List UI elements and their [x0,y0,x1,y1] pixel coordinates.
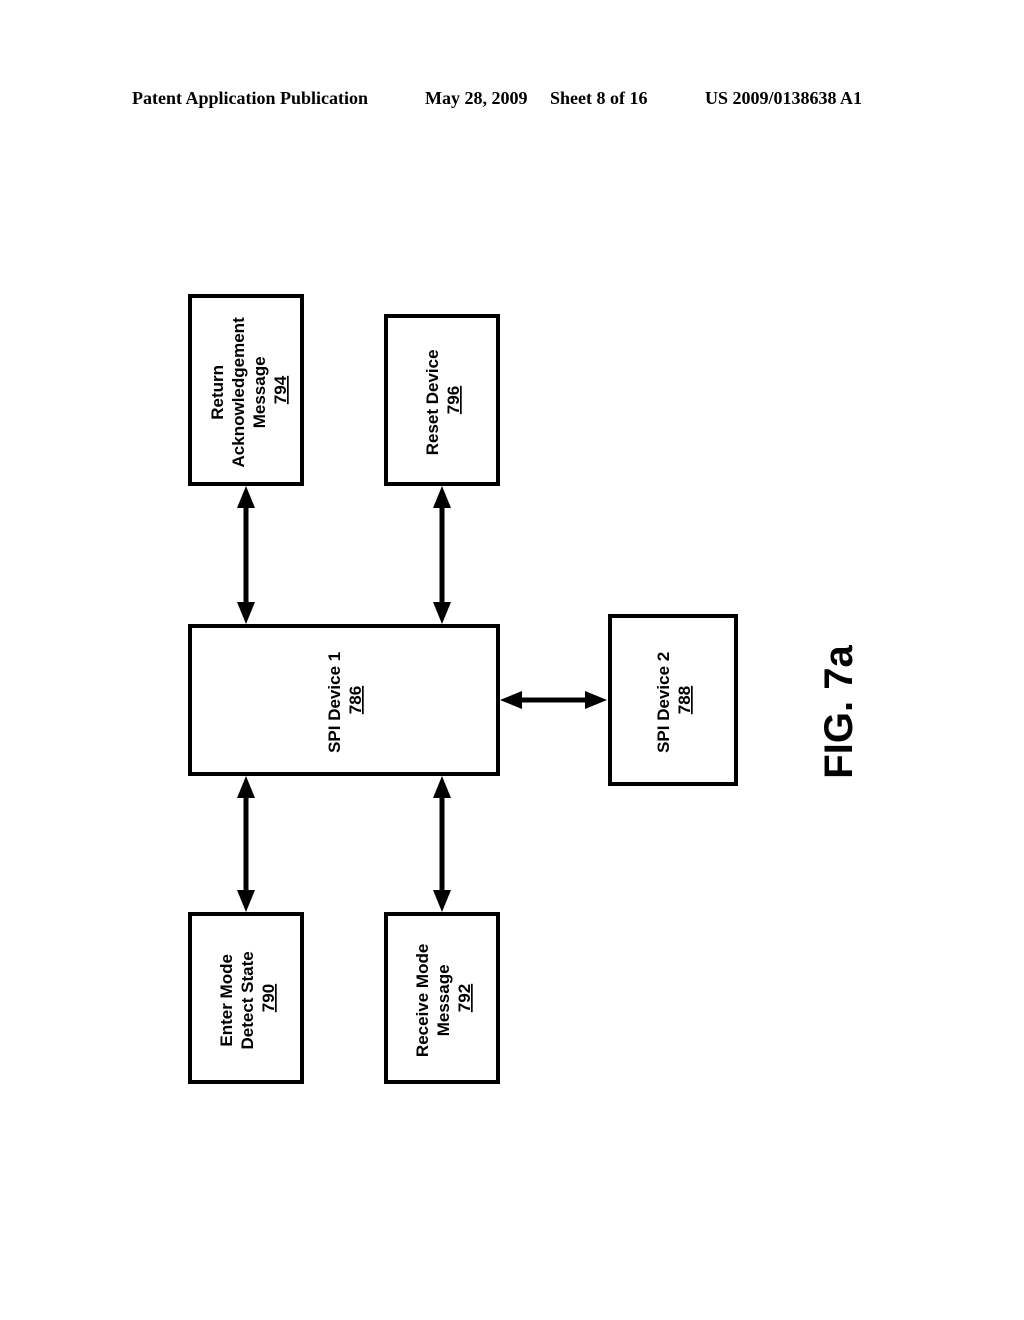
block-label-line: Return [208,365,227,420]
block-label-line: SPI Device 1 [325,652,344,753]
reference-numeral: 794 [271,375,290,404]
reference-numeral: 796 [444,386,463,414]
reference-numeral: 786 [346,686,365,714]
block-label-line: Receive Mode [413,944,432,1057]
arrow-spi1-enter-mode [237,776,255,912]
block-label-line: Acknowledgement [229,317,248,468]
arrow-spi1-receive-mode [433,776,451,912]
reference-numeral: 788 [675,686,694,714]
reference-numeral: 790 [259,984,278,1012]
block-label-line: SPI Device 2 [654,652,673,753]
reference-numeral: 792 [455,984,474,1012]
block-receive-mode-message: Receive Mode Message 792 [384,912,500,1084]
arrow-spi1-spi2 [500,691,607,709]
block-label-line: Message [250,356,269,428]
figure-label: FIG. 7a [817,645,861,779]
block-reset-device: Reset Device 796 [384,314,500,486]
block-spi-device-2: SPI Device 2 788 [608,614,738,786]
block-label-line: Enter Mode [217,954,236,1047]
block-return-acknowledgement: Return Acknowledgement Message 794 [188,294,304,486]
block-label-line: Reset Device [423,349,442,455]
block-label-line: Message [434,964,453,1036]
arrow-spi1-return-ack [237,486,255,624]
block-diagram: Return Acknowledgement Message 794 Reset… [188,294,861,1084]
block-label-line: Detect State [238,951,257,1049]
block-spi-device-1: SPI Device 1 786 [188,624,500,776]
arrow-spi1-reset-device [433,486,451,624]
block-enter-mode-detect-state: Enter Mode Detect State 790 [188,912,304,1084]
